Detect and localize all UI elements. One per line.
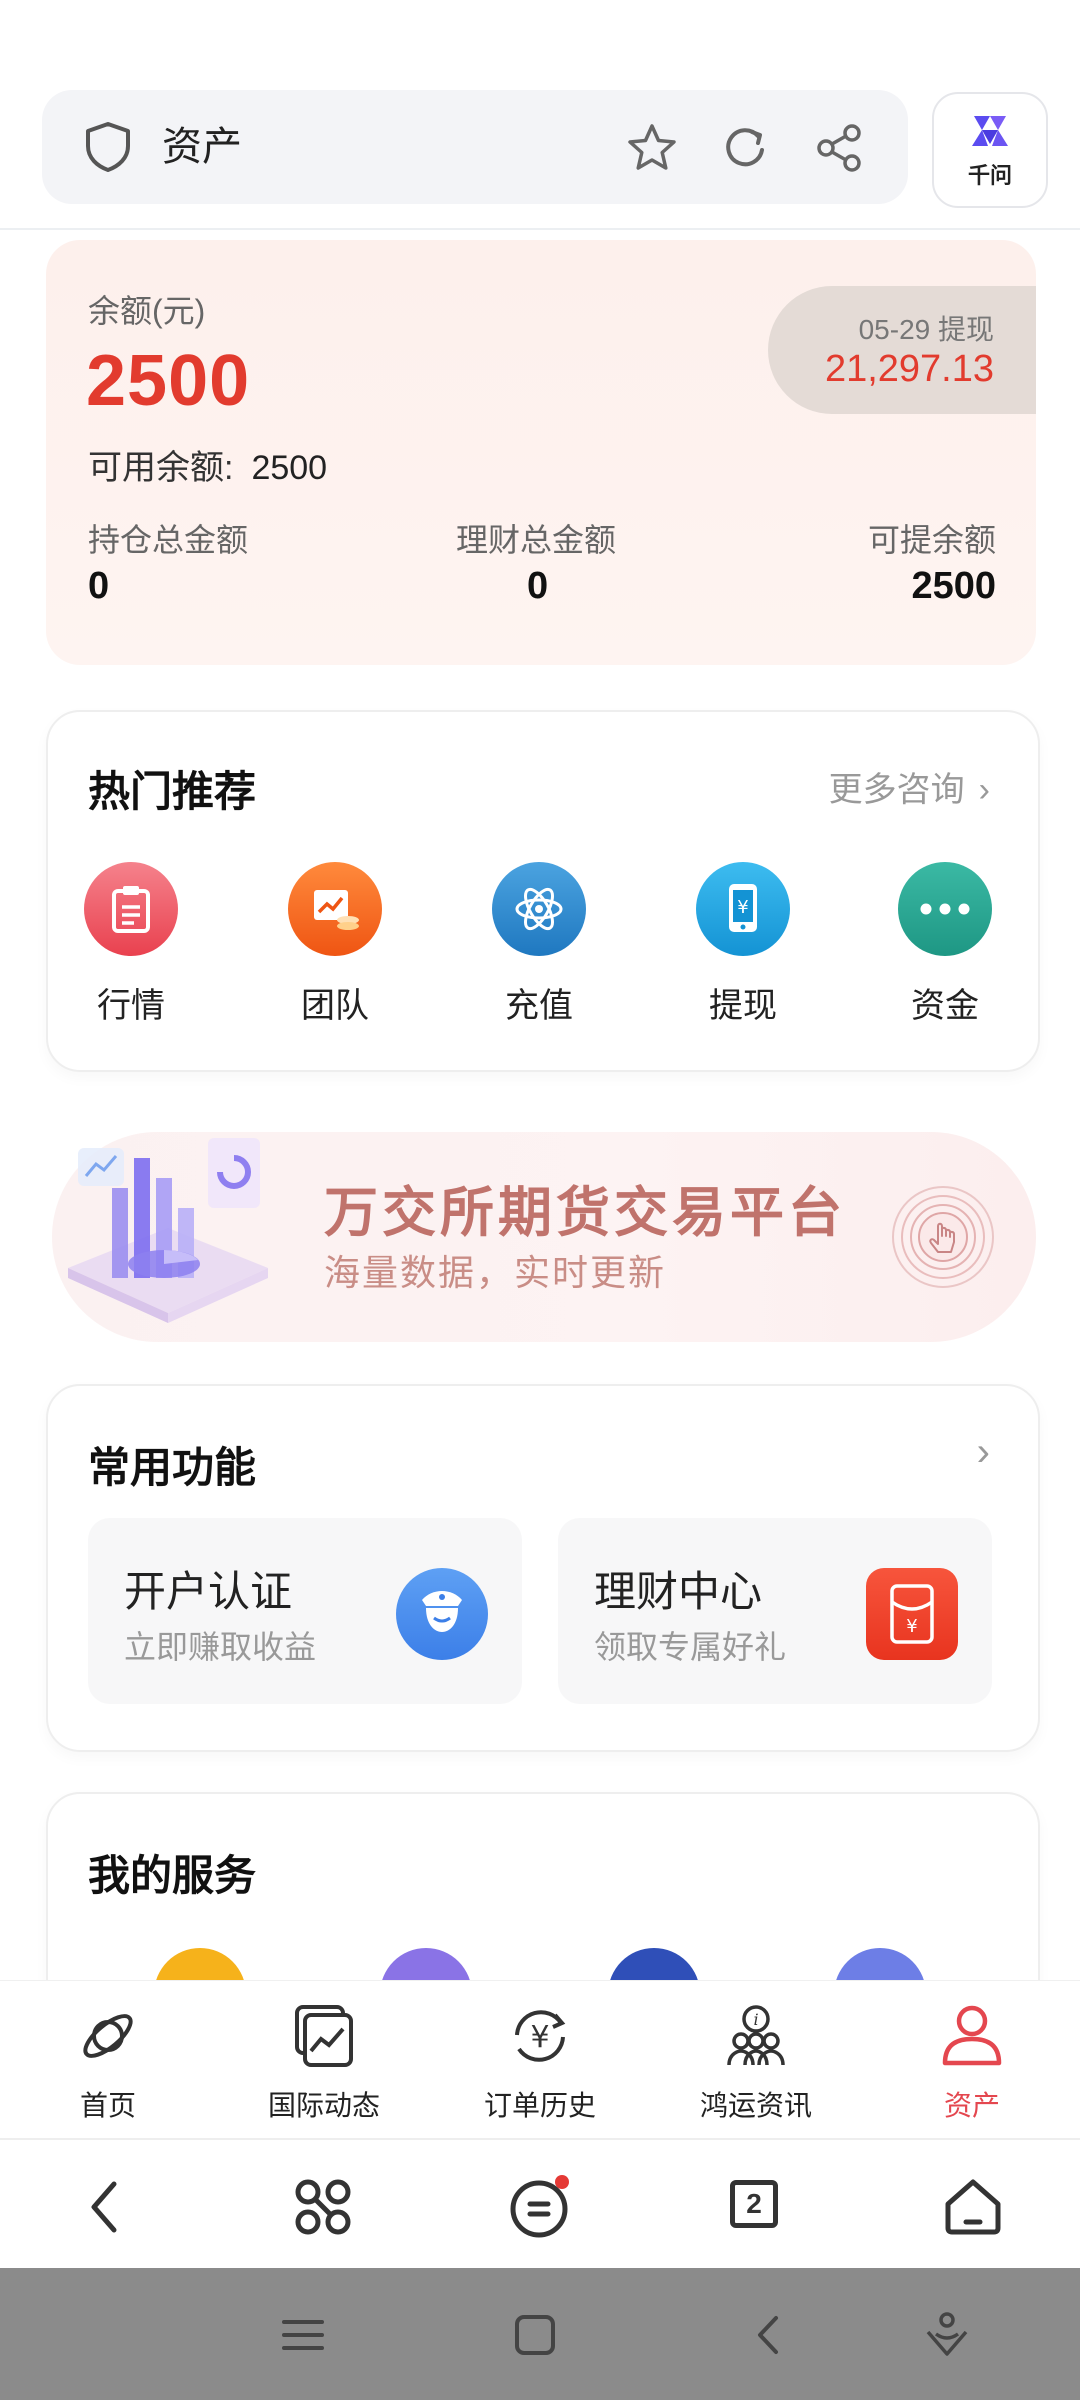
balance-card: 余额(元) 2500 可用余额: 2500 05-29 提现 21,297.13 … xyxy=(46,240,1036,665)
common-functions-card: 常用功能 › 开户认证 立即赚取收益 理财中心 领取专属好礼 ¥ xyxy=(46,1384,1040,1752)
red-envelope-icon: ¥ xyxy=(866,1568,958,1660)
hot-item-label: 行情 xyxy=(97,987,165,1025)
hot-recommend-card: 热门推荐 更多咨询 › 行情 团队 充值 ¥ 提现 资金 xyxy=(46,710,1040,1072)
svg-text:i: i xyxy=(753,2010,758,2029)
home-icon[interactable] xyxy=(938,2172,1008,2242)
func-title: 理财中心 xyxy=(594,1568,763,1615)
officer-icon xyxy=(396,1568,488,1660)
hot-item-recharge[interactable]: 充值 xyxy=(464,862,614,1027)
app-tab-bar: 首页 国际动态 ¥ 订单历史 i 鸿运资讯 资产 xyxy=(0,1980,1080,2137)
hot-item-label: 充值 xyxy=(505,987,573,1025)
available-balance: 可用余额: 2500 xyxy=(88,440,327,489)
hot-item-funds[interactable]: 资金 xyxy=(870,862,1020,1027)
more-consult-link[interactable]: 更多咨询 › xyxy=(829,762,990,811)
services-title: 我的服务 xyxy=(88,1852,257,1899)
balance-label: 余额(元) xyxy=(88,293,206,329)
chart-coins-icon xyxy=(288,862,382,956)
back-icon[interactable] xyxy=(72,2172,142,2242)
tab-order-history[interactable]: ¥ 订单历史 xyxy=(440,2001,640,2124)
assistant-logo-icon xyxy=(972,116,1008,146)
functions-title: 常用功能 xyxy=(88,1444,257,1491)
refresh-icon[interactable] xyxy=(718,120,774,176)
available-label: 可用余额: xyxy=(88,449,234,487)
tab-international[interactable]: 国际动态 xyxy=(224,2001,424,2124)
hot-item-team[interactable]: 团队 xyxy=(260,862,410,1027)
clipboard-icon xyxy=(84,862,178,956)
more-dots-icon xyxy=(898,862,992,956)
func-subtitle: 立即赚取收益 xyxy=(124,1629,317,1665)
balance-value: 2500 xyxy=(86,341,251,421)
hot-item-market[interactable]: 行情 xyxy=(56,862,206,1027)
tab-assets[interactable]: 资产 xyxy=(872,2001,1072,2124)
share-icon[interactable] xyxy=(812,120,868,176)
user-icon xyxy=(942,2005,1002,2066)
svg-text:¥: ¥ xyxy=(530,2020,549,2055)
recents-icon[interactable] xyxy=(276,2308,330,2362)
atom-icon xyxy=(492,862,586,956)
star-icon[interactable] xyxy=(624,120,680,176)
func-subtitle: 领取专属好礼 xyxy=(594,1629,787,1665)
tab-label: 资产 xyxy=(943,2090,1000,2121)
tab-label: 首页 xyxy=(79,2090,136,2121)
tap-hand-icon[interactable] xyxy=(888,1182,998,1292)
svg-text:¥: ¥ xyxy=(737,897,748,918)
stat-label-wealth: 理财总金额 xyxy=(456,522,617,558)
page-title: 资产 xyxy=(162,125,242,169)
tab-news[interactable]: i 鸿运资讯 xyxy=(656,2001,856,2124)
yen-refresh-icon: ¥ xyxy=(515,2010,566,2062)
tab-label: 订单历史 xyxy=(483,2090,596,2121)
shield-icon xyxy=(86,122,130,172)
home-square-icon[interactable] xyxy=(508,2308,562,2362)
data-chart-illustration xyxy=(68,1138,268,1323)
withdraw-amount: 21,297.13 xyxy=(824,348,994,390)
tab-label: 国际动态 xyxy=(267,2090,380,2121)
stat-value-withdrawable: 2500 xyxy=(911,565,996,607)
more-consult-label: 更多咨询 xyxy=(828,771,965,809)
orbit-icon xyxy=(83,2014,133,2058)
svg-text:¥: ¥ xyxy=(906,1616,917,1637)
stat-value-holdings: 0 xyxy=(88,565,110,607)
tabs-count-button[interactable]: 2 xyxy=(722,2172,792,2242)
menu-icon[interactable] xyxy=(504,2172,574,2242)
apps-icon[interactable] xyxy=(288,2172,358,2242)
system-nav-bar xyxy=(0,2268,1080,2400)
assistant-nav-icon[interactable] xyxy=(920,2308,974,2362)
promo-banner[interactable]: 万交所期货交易平台 海量数据，实时更新 xyxy=(52,1132,1036,1342)
hot-title: 热门推荐 xyxy=(88,768,257,815)
tab-count: 2 xyxy=(730,2180,778,2228)
func-wealth-center[interactable]: 理财中心 领取专属好礼 ¥ xyxy=(558,1518,992,1704)
hot-item-label: 资金 xyxy=(911,987,979,1025)
hot-item-withdraw[interactable]: ¥ 提现 xyxy=(668,862,818,1027)
address-bar[interactable]: 资产 xyxy=(42,90,908,204)
tab-label: 鸿运资讯 xyxy=(699,2090,812,2121)
chevron-right-icon[interactable]: › xyxy=(977,1430,990,1475)
phone-yen-icon: ¥ xyxy=(696,862,790,956)
system-back-icon[interactable] xyxy=(742,2308,796,2362)
available-value: 2500 xyxy=(251,449,328,487)
func-title: 开户认证 xyxy=(124,1568,293,1615)
chart-card-icon xyxy=(295,2005,353,2067)
withdraw-date: 05-29 提现 xyxy=(858,314,994,345)
banner-title: 万交所期货交易平台 xyxy=(324,1183,846,1243)
stat-value-wealth: 0 xyxy=(527,565,549,607)
banner-subtitle: 海量数据，实时更新 xyxy=(324,1252,667,1293)
withdraw-pill[interactable]: 05-29 提现 21,297.13 xyxy=(768,286,1036,414)
browser-bottom-nav: 2 xyxy=(0,2138,1080,2270)
func-account-verification[interactable]: 开户认证 立即赚取收益 xyxy=(88,1518,522,1704)
stat-label-holdings: 持仓总金额 xyxy=(88,522,249,558)
stat-label-withdrawable: 可提余额 xyxy=(867,522,996,558)
assistant-button[interactable]: 千问 xyxy=(932,92,1048,208)
hot-item-label: 提现 xyxy=(709,987,777,1025)
chevron-right-icon: › xyxy=(978,771,990,809)
tab-home[interactable]: 首页 xyxy=(8,2001,208,2124)
divider xyxy=(0,228,1080,230)
info-people-icon: i xyxy=(727,2005,785,2066)
assistant-label: 千问 xyxy=(967,163,1012,188)
hot-item-label: 团队 xyxy=(301,987,369,1025)
